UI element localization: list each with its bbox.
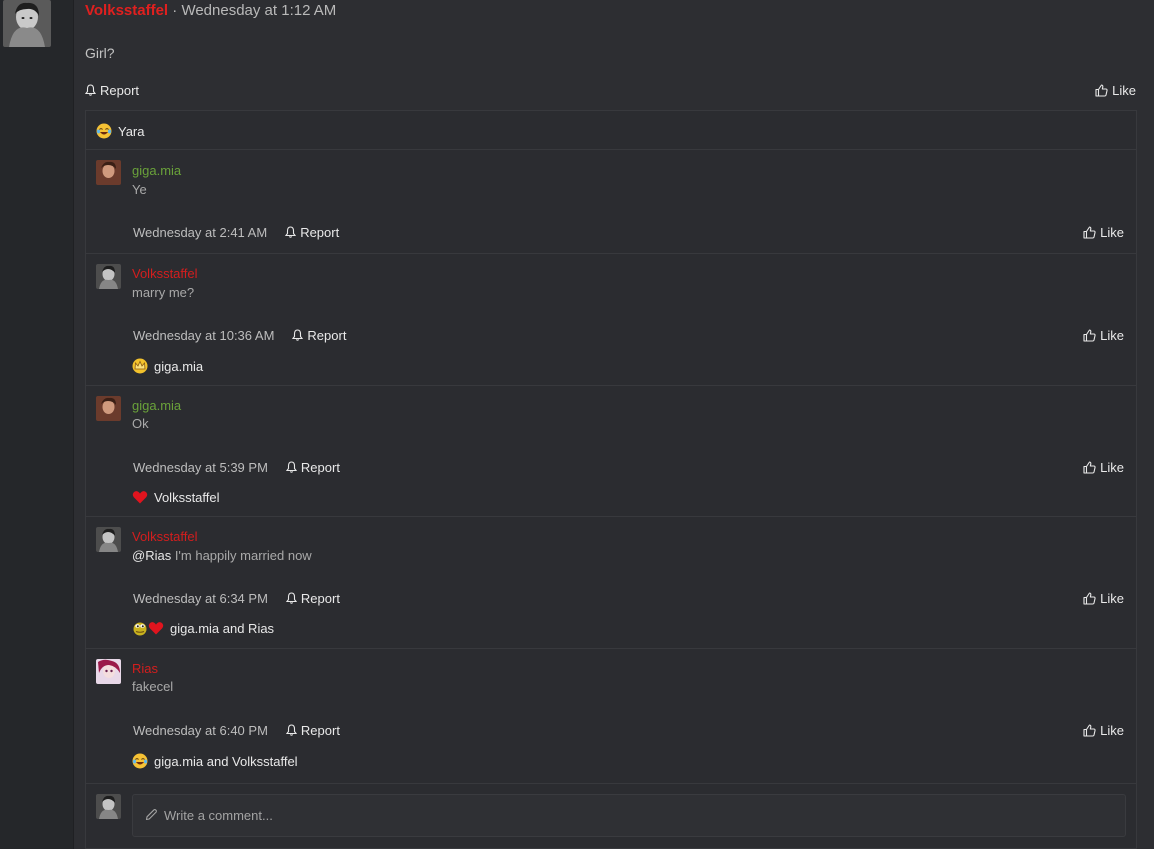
left-gutter <box>0 0 74 849</box>
reaction-users: giga.mia and Rias <box>170 620 275 636</box>
avatar[interactable] <box>96 527 121 552</box>
comment-author[interactable]: Volksstaffel <box>132 266 198 281</box>
like-button[interactable]: Like <box>1083 225 1124 240</box>
avatar[interactable] <box>3 0 51 47</box>
comment-meta: Wednesday at 5:39 PM Report Like <box>133 458 1124 476</box>
like-label: Like <box>1100 459 1124 475</box>
thumbs-up-icon <box>1083 591 1096 605</box>
comment-author[interactable]: giga.mia <box>132 398 181 413</box>
comment-text: Ok <box>132 416 149 431</box>
pepe-and-heart-emoji-icon <box>132 620 164 636</box>
post-timestamp[interactable]: Wednesday at 1:12 AM <box>181 2 336 19</box>
comment-meta: Wednesday at 10:36 AM Report Like <box>133 326 1124 344</box>
bell-icon <box>285 592 297 604</box>
comment-composer: Write a comment... <box>86 783 1136 849</box>
like-label: Like <box>1100 590 1124 606</box>
comment-author[interactable]: Rias <box>132 661 158 676</box>
comment-meta: Wednesday at 6:34 PM Report Like <box>133 589 1124 607</box>
report-label: Report <box>300 459 340 475</box>
comment-input-placeholder: Write a comment... <box>164 808 273 823</box>
heart-emoji-icon <box>132 489 148 505</box>
post-body: Girl? <box>85 45 115 61</box>
separator: · <box>172 2 178 19</box>
comment-text: @Rias I'm happily married now <box>132 548 312 563</box>
comment-input[interactable]: Write a comment... <box>132 794 1126 837</box>
comment-text: Ye <box>132 182 147 197</box>
report-label: Report <box>300 224 340 240</box>
like-label: Like <box>1100 224 1124 240</box>
bell-icon <box>285 724 297 736</box>
reaction-users: giga.mia <box>154 358 204 374</box>
thumbs-up-icon <box>1083 328 1096 342</box>
laughing-tears-emoji-icon <box>132 753 148 769</box>
report-button[interactable]: Report <box>285 459 340 475</box>
reaction-users: giga.mia and Volksstaffel <box>154 753 298 769</box>
comment-timestamp[interactable]: Wednesday at 5:39 PM <box>133 460 268 475</box>
comment-item: giga.mia Ok Wednesday at 5:39 PM Report … <box>86 385 1136 516</box>
thumbs-up-icon <box>1083 225 1096 239</box>
post-card: Volksstaffel · Wednesday at 1:12 AM Girl… <box>74 0 1154 849</box>
like-label: Like <box>1100 327 1124 343</box>
thumbs-up-icon <box>1095 83 1108 97</box>
bell-icon <box>285 226 297 238</box>
report-label: Report <box>100 82 140 98</box>
post-reactions[interactable]: Yara <box>96 123 145 139</box>
comment-meta: Wednesday at 6:40 PM Report Like <box>133 721 1124 739</box>
comment-item: Volksstaffel marry me? Wednesday at 10:3… <box>86 253 1136 385</box>
report-button[interactable]: Report <box>285 590 340 606</box>
report-button[interactable]: Report <box>85 83 139 98</box>
comment-reactions[interactable]: Volksstaffel <box>132 489 220 505</box>
report-label: Report <box>300 722 340 738</box>
comment-timestamp[interactable]: Wednesday at 10:36 AM <box>133 328 274 343</box>
comment-timestamp[interactable]: Wednesday at 6:40 PM <box>133 723 268 738</box>
comment-reactions[interactable]: giga.mia and Rias <box>132 620 274 636</box>
report-label: Report <box>307 327 347 343</box>
post-actions: Report Like <box>85 81 1136 99</box>
comment-item: giga.mia Ye Wednesday at 2:41 AM Report … <box>86 149 1136 253</box>
like-button[interactable]: Like <box>1083 591 1124 606</box>
comments-section: Yara giga.mia Ye Wednesday at 2:41 AM Re… <box>85 110 1137 849</box>
comment-timestamp[interactable]: Wednesday at 6:34 PM <box>133 591 268 606</box>
bell-icon <box>85 84 96 96</box>
report-label: Report <box>300 590 340 606</box>
comment-reactions[interactable]: giga.mia and Volksstaffel <box>132 753 298 769</box>
thumbs-up-icon <box>1083 460 1096 474</box>
like-label: Like <box>1112 82 1136 98</box>
avatar <box>96 794 121 819</box>
post-reaction-users: Yara <box>118 123 145 139</box>
bell-icon <box>285 461 297 473</box>
avatar[interactable] <box>96 160 121 185</box>
crown-emoji-icon <box>132 358 148 374</box>
comment-meta: Wednesday at 2:41 AM Report Like <box>133 223 1124 241</box>
avatar[interactable] <box>96 264 121 289</box>
like-button[interactable]: Like <box>1095 83 1136 98</box>
like-button[interactable]: Like <box>1083 723 1124 738</box>
comment-timestamp[interactable]: Wednesday at 2:41 AM <box>133 225 267 240</box>
report-button[interactable]: Report <box>285 722 340 738</box>
report-button[interactable]: Report <box>285 225 339 240</box>
post-author[interactable]: Volksstaffel <box>85 2 168 19</box>
thumbs-up-icon <box>1083 723 1096 737</box>
comment-item: Rias fakecel Wednesday at 6:40 PM Report… <box>86 648 1136 783</box>
avatar[interactable] <box>96 659 121 684</box>
comment-text: marry me? <box>132 285 195 300</box>
comment-reactions[interactable]: giga.mia <box>132 358 203 374</box>
comment-item: Volksstaffel @Rias I'm happily married n… <box>86 516 1136 648</box>
comment-author[interactable]: giga.mia <box>132 163 181 178</box>
laughing-tears-emoji-icon <box>96 123 112 139</box>
report-button[interactable]: Report <box>292 328 346 343</box>
like-button[interactable]: Like <box>1083 460 1124 475</box>
pencil-icon <box>145 808 158 824</box>
reaction-users: Volksstaffel <box>154 489 220 505</box>
like-button[interactable]: Like <box>1083 328 1124 343</box>
user-mention[interactable]: @Rias <box>132 548 171 563</box>
avatar[interactable] <box>96 396 121 421</box>
like-label: Like <box>1100 722 1124 738</box>
comment-text-body: I'm happily married now <box>171 548 312 563</box>
post-header: Volksstaffel · Wednesday at 1:12 AM <box>85 2 336 19</box>
comment-author[interactable]: Volksstaffel <box>132 529 198 544</box>
comment-text: fakecel <box>132 679 174 694</box>
bell-icon <box>292 329 304 341</box>
